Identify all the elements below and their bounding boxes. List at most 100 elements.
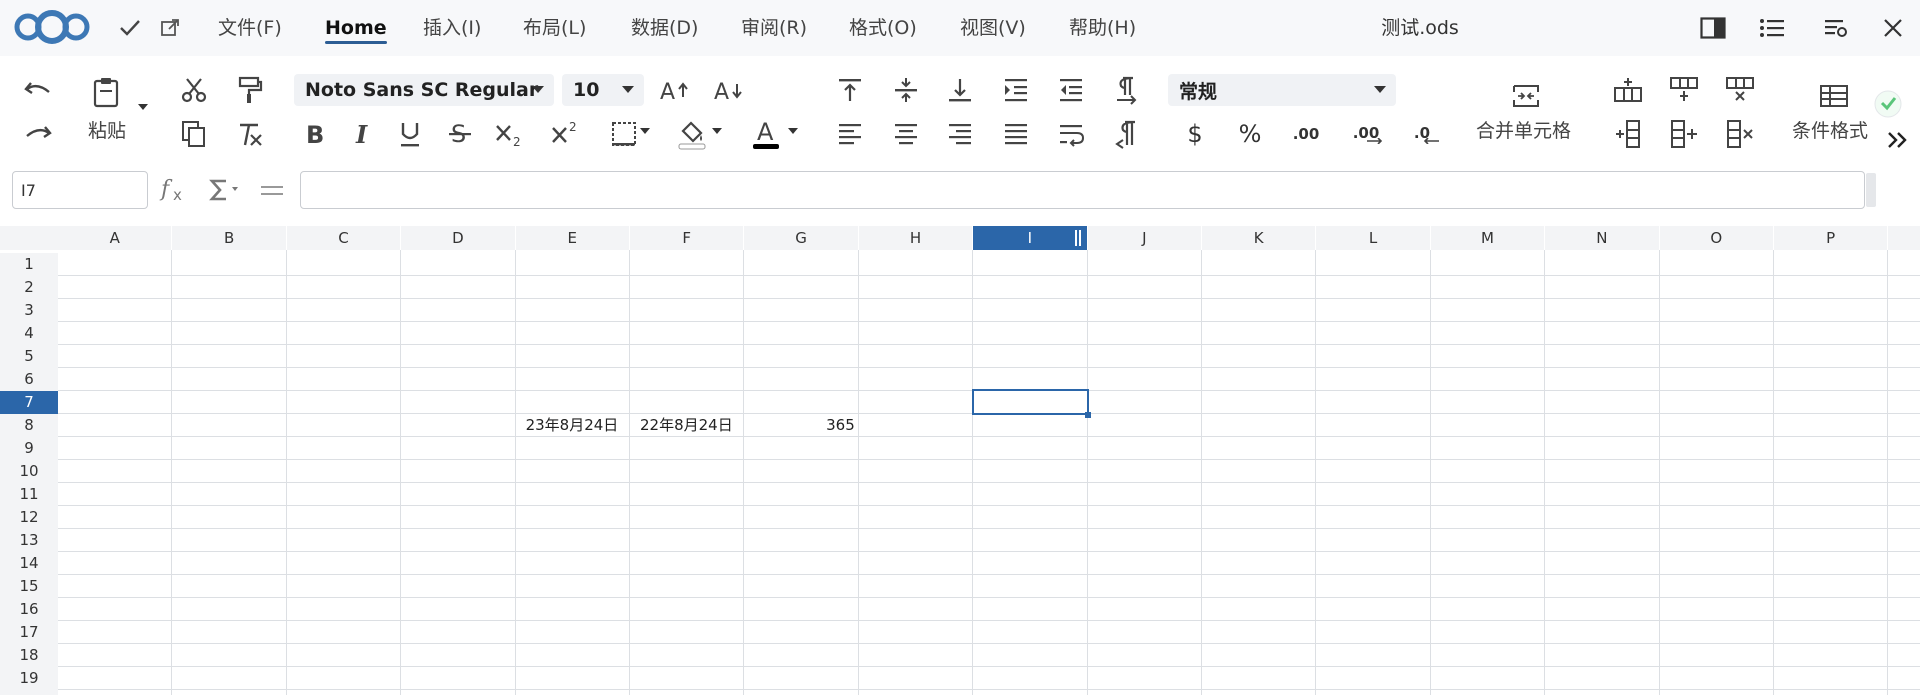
column-header-d[interactable]: D xyxy=(401,226,516,250)
autofill-handle[interactable] xyxy=(1084,412,1091,418)
menu-format[interactable]: 格式(O) xyxy=(849,14,917,42)
wrap-text-icon[interactable] xyxy=(1051,114,1091,154)
copy-icon[interactable] xyxy=(174,114,214,154)
align-left-icon[interactable] xyxy=(830,114,870,154)
align-center-icon[interactable] xyxy=(886,114,926,154)
function-wizard-icon[interactable]: fx xyxy=(156,173,192,207)
sidebar-toggle-icon[interactable] xyxy=(1697,12,1729,44)
fill-color-dropdown-icon[interactable] xyxy=(712,128,722,134)
row-header-10[interactable]: 10 xyxy=(0,460,58,483)
cell-reference-input[interactable] xyxy=(12,171,148,209)
insert-row-above-icon[interactable] xyxy=(1608,70,1648,110)
menu-insert[interactable]: 插入(I) xyxy=(423,14,481,42)
ltr-paragraph-icon[interactable] xyxy=(1107,70,1147,110)
document-title[interactable]: 测试.ods xyxy=(1320,14,1520,42)
clear-format-icon[interactable] xyxy=(230,114,270,154)
merge-cells-icon[interactable] xyxy=(1506,76,1546,116)
align-right-icon[interactable] xyxy=(940,114,980,154)
undo-icon[interactable] xyxy=(18,70,58,110)
column-header-p[interactable]: P xyxy=(1774,226,1889,250)
increase-indent-icon[interactable] xyxy=(996,70,1036,110)
column-resize-grip-icon[interactable] xyxy=(1074,230,1081,246)
cell-e8[interactable]: 23年8月24日 xyxy=(526,414,619,436)
column-header-e[interactable]: E xyxy=(516,226,630,250)
redo-icon[interactable] xyxy=(18,114,58,154)
formula-input[interactable] xyxy=(300,171,1865,209)
comment-settings-icon[interactable] xyxy=(1820,12,1852,44)
strikethrough-icon[interactable]: S xyxy=(440,114,480,154)
column-header-l[interactable]: L xyxy=(1316,226,1431,250)
format-painter-icon[interactable] xyxy=(230,70,270,110)
column-header-j[interactable]: J xyxy=(1088,226,1202,250)
column-header-h[interactable]: H xyxy=(859,226,974,250)
list-view-icon[interactable] xyxy=(1756,12,1788,44)
column-header-i[interactable]: I xyxy=(973,226,1088,250)
align-bottom-icon[interactable] xyxy=(940,70,980,110)
column-header-m[interactable]: M xyxy=(1431,226,1546,250)
column-header-o[interactable]: O xyxy=(1660,226,1774,250)
selected-cell-i7[interactable] xyxy=(972,389,1089,415)
row-header-9[interactable]: 9 xyxy=(0,437,58,460)
close-icon[interactable] xyxy=(1877,12,1909,44)
font-size-select[interactable]: 10 xyxy=(562,74,644,106)
column-header-c[interactable]: C xyxy=(287,226,402,250)
borders-dropdown-icon[interactable] xyxy=(640,128,650,134)
paste-dropdown-icon[interactable] xyxy=(138,104,148,110)
menu-home[interactable]: Home xyxy=(325,14,387,44)
row-header-5[interactable]: 5 xyxy=(0,345,58,368)
paste-label[interactable]: 粘贴 xyxy=(88,116,126,143)
percent-format-button[interactable]: % xyxy=(1230,114,1270,154)
menu-file[interactable]: 文件(F) xyxy=(218,14,282,42)
number-format-decimal-button[interactable]: .00 xyxy=(1286,114,1326,154)
cell-g8[interactable]: 365 xyxy=(744,414,855,436)
spreadsheet-grid[interactable]: ABCDEFGHIJKLMNOP 1 2 3 4 5 6 7 8 9 10 11 12 13 14 15 16… xyxy=(0,226,1920,695)
subscript-icon[interactable]: 2 xyxy=(490,114,530,154)
nextcloud-logo-icon[interactable] xyxy=(12,7,92,47)
delete-column-icon[interactable] xyxy=(1720,114,1760,154)
underline-icon[interactable] xyxy=(390,114,430,154)
insert-row-below-icon[interactable] xyxy=(1664,70,1704,110)
borders-icon[interactable] xyxy=(604,114,644,154)
row-header-17[interactable]: 17 xyxy=(0,621,58,644)
row-header-2[interactable]: 2 xyxy=(0,276,58,299)
font-name-select[interactable]: Noto Sans SC Regular xyxy=(294,74,554,106)
align-middle-icon[interactable] xyxy=(886,70,926,110)
row-header-13[interactable]: 13 xyxy=(0,529,58,552)
bold-icon[interactable]: B xyxy=(294,114,334,154)
decrease-indent-icon[interactable] xyxy=(1051,70,1091,110)
row-header-16[interactable]: 16 xyxy=(0,598,58,621)
add-decimal-button[interactable]: .00 xyxy=(1346,114,1386,154)
menu-review[interactable]: 审阅(R) xyxy=(741,14,807,42)
formula-scrollbar[interactable] xyxy=(1866,173,1876,207)
column-header-k[interactable]: K xyxy=(1202,226,1317,250)
remove-decimal-button[interactable]: .0 xyxy=(1402,114,1442,154)
row-header-8[interactable]: 8 xyxy=(0,414,58,437)
column-header-n[interactable]: N xyxy=(1545,226,1660,250)
sum-icon[interactable] xyxy=(206,173,246,207)
insert-column-right-icon[interactable] xyxy=(1664,114,1704,154)
row-header-3[interactable]: 3 xyxy=(0,299,58,322)
grow-font-icon[interactable]: A xyxy=(656,70,696,110)
paste-icon[interactable] xyxy=(86,72,126,112)
row-header-1[interactable]: 1 xyxy=(0,253,58,276)
menu-help[interactable]: 帮助(H) xyxy=(1069,14,1136,42)
cut-icon[interactable] xyxy=(174,70,214,110)
italic-icon[interactable]: I xyxy=(342,114,382,154)
justify-icon[interactable] xyxy=(996,114,1036,154)
rtl-paragraph-icon[interactable] xyxy=(1107,114,1147,154)
number-format-select[interactable]: 常规 xyxy=(1168,74,1396,106)
merge-cells-label[interactable]: 合并单元格 xyxy=(1476,116,1571,143)
menu-data[interactable]: 数据(D) xyxy=(631,14,698,42)
assistant-badge-icon[interactable] xyxy=(1870,86,1906,122)
conditional-format-label[interactable]: 条件格式 xyxy=(1792,116,1874,143)
row-header-18[interactable]: 18 xyxy=(0,644,58,667)
conditional-format-icon[interactable] xyxy=(1815,76,1855,116)
menu-view[interactable]: 视图(V) xyxy=(960,14,1026,42)
row-header-12[interactable]: 12 xyxy=(0,506,58,529)
column-header-f[interactable]: F xyxy=(630,226,745,250)
font-color-dropdown-icon[interactable] xyxy=(788,128,798,134)
row-header-7[interactable]: 7 xyxy=(0,391,58,414)
equals-formula-icon[interactable] xyxy=(255,173,289,207)
more-tools-chevron-icon[interactable] xyxy=(1880,120,1916,160)
save-check-icon[interactable] xyxy=(116,14,144,42)
